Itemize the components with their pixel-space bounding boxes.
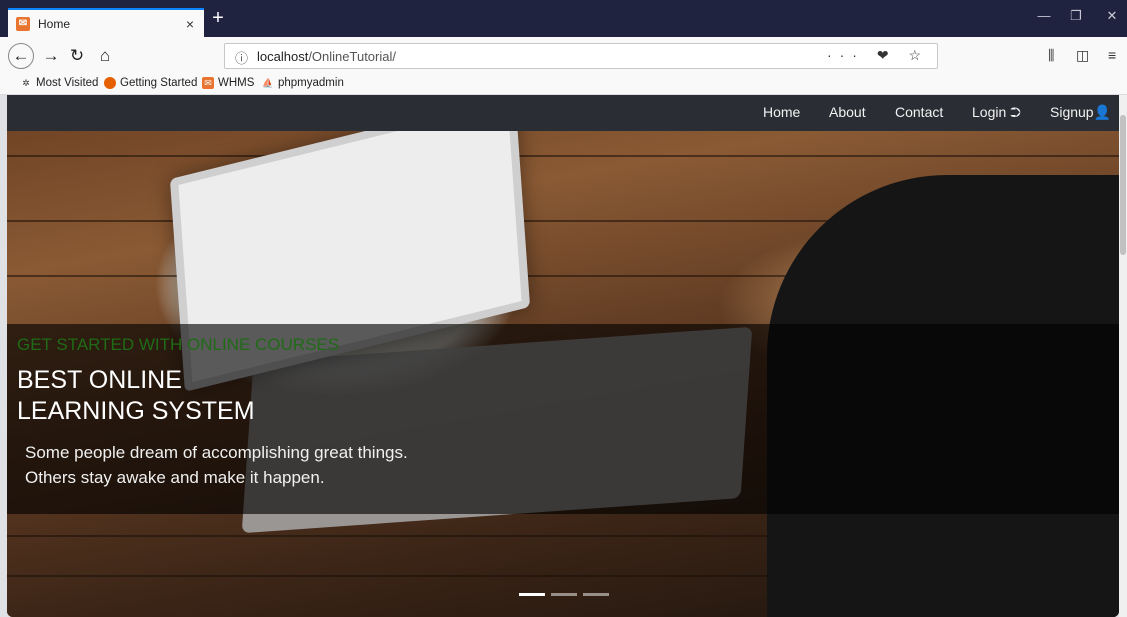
info-icon[interactable]: ⓘ <box>235 48 248 67</box>
menu-icon[interactable]: ≡ <box>1108 47 1116 63</box>
url-text: localhost/OnlineTutorial/ <box>257 49 396 64</box>
nav-about[interactable]: About <box>829 104 866 120</box>
bookmark-label: Getting Started <box>120 77 198 89</box>
carousel-indicator-1[interactable] <box>519 593 545 596</box>
tab-title: Home <box>38 16 71 31</box>
hero-headline: BEST ONLINE LEARNING SYSTEM <box>17 365 255 427</box>
url-path: /OnlineTutorial/ <box>308 49 396 64</box>
bookmark-getting-started[interactable]: Getting Started <box>104 77 197 89</box>
restore-icon[interactable]: ❐ <box>1066 8 1086 24</box>
nav-signup[interactable]: Signup👤 <box>1050 104 1111 121</box>
site-navbar: Home About Contact Login ⮊ Signup👤 <box>7 95 1119 131</box>
new-tab-button[interactable]: + <box>208 6 228 30</box>
bookmark-label: Most Visited <box>36 77 99 89</box>
back-button[interactable]: ← <box>8 43 34 69</box>
page-actions[interactable]: ··· ❤ ☆ <box>827 47 929 64</box>
sidebar-icon[interactable]: ◫ <box>1076 47 1089 64</box>
headline-line-2: LEARNING SYSTEM <box>17 397 255 425</box>
bookmark-whms[interactable]: ✉ WHMS <box>202 77 254 89</box>
carousel-indicator-3[interactable] <box>583 593 609 596</box>
browser-tab-bar: ✉ Home × + — ❐ ✕ <box>0 0 1127 37</box>
address-bar[interactable]: ⓘ localhost/OnlineTutorial/ ··· ❤ ☆ <box>224 43 938 69</box>
headline-line-1: BEST ONLINE <box>17 366 182 394</box>
phpmyadmin-icon: ⛵ <box>262 78 274 88</box>
home-icon[interactable]: ⌂ <box>92 43 118 69</box>
whms-icon: ✉ <box>202 77 214 89</box>
browser-toolbar: ← → ↻ ⌂ ⓘ localhost/OnlineTutorial/ ··· … <box>0 37 1127 74</box>
close-tab-icon[interactable]: × <box>182 16 198 32</box>
site-favicon-icon: ✉ <box>16 16 30 31</box>
subtext-line-1: Some people dream of accomplishing great… <box>25 443 408 462</box>
minimize-icon[interactable]: — <box>1034 8 1054 23</box>
bookmark-label: phpmyadmin <box>278 77 344 89</box>
nav-home[interactable]: Home <box>763 104 800 120</box>
window-close-icon[interactable]: ✕ <box>1102 8 1122 24</box>
bookmark-label: WHMS <box>218 77 255 89</box>
web-page: GET STARTED WITH ONLINE COURSES BEST ONL… <box>7 95 1119 617</box>
hero-subtext: Some people dream of accomplishing great… <box>25 440 408 490</box>
hero-tagline: GET STARTED WITH ONLINE COURSES <box>17 335 340 354</box>
bookmark-phpmyadmin[interactable]: ⛵ phpmyadmin <box>262 77 344 89</box>
gear-icon: ✲ <box>22 78 30 88</box>
url-host: localhost <box>257 49 309 64</box>
nav-contact[interactable]: Contact <box>895 104 943 120</box>
scrollbar-thumb[interactable] <box>1120 115 1126 255</box>
carousel-indicators <box>519 593 609 596</box>
carousel-indicator-2[interactable] <box>551 593 577 596</box>
nav-login[interactable]: Login ⮊ <box>972 104 1021 121</box>
bookmarks-bar: ✲ Most Visited Getting Started ✉ WHMS ⛵ … <box>0 74 1127 95</box>
forward-button[interactable]: → <box>38 43 64 69</box>
page-scrollbar[interactable] <box>1119 95 1127 617</box>
browser-tab-home[interactable]: ✉ Home × <box>8 8 204 37</box>
subtext-line-2: Others stay awake and make it happen. <box>25 468 325 487</box>
reload-button[interactable]: ↻ <box>64 43 90 69</box>
library-icon[interactable]: ⫼ <box>1048 47 1054 64</box>
firefox-icon <box>104 77 116 89</box>
bookmark-most-visited[interactable]: ✲ Most Visited <box>20 77 98 89</box>
